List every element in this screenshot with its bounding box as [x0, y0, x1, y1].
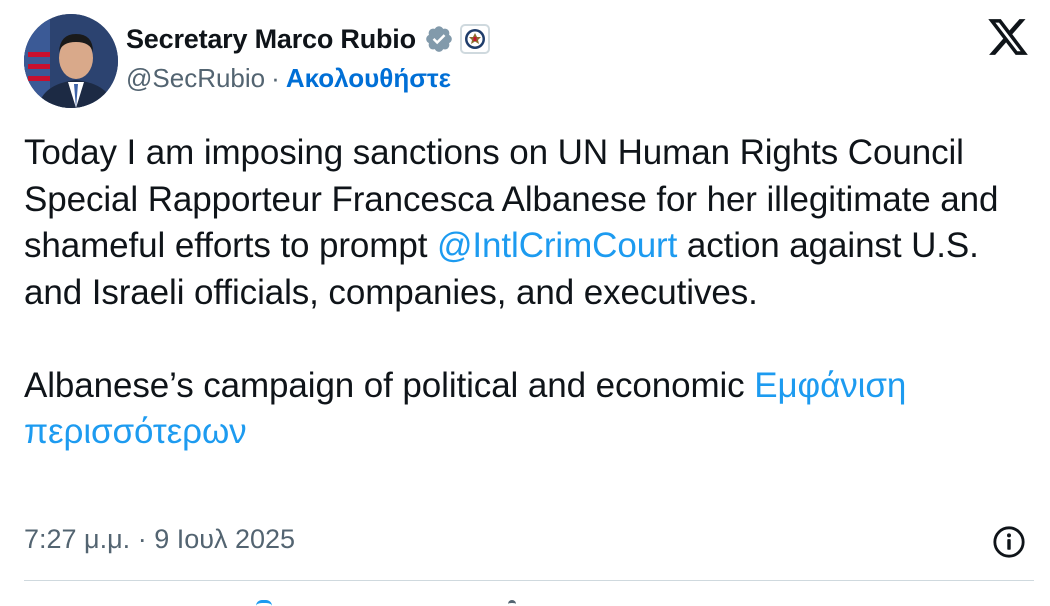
mention-link[interactable]: @IntlCrimCourt: [437, 226, 677, 265]
action-bar: [24, 596, 1034, 606]
tweet-timestamp: 7:27 μ.μ. · 9 Ιουλ 2025: [24, 524, 295, 555]
reply-icon[interactable]: [508, 600, 516, 606]
tweet-card: Secretary Marco Rubio @SecRubio · Ακολου…: [0, 0, 1050, 606]
avatar-image: [24, 14, 118, 108]
handle-separator: ·: [271, 63, 280, 93]
verified-badge-icon[interactable]: [424, 24, 454, 54]
like-icon[interactable]: [256, 600, 272, 606]
timestamp-separator: ·: [137, 524, 147, 554]
timestamp-date[interactable]: 9 Ιουλ 2025: [154, 524, 295, 554]
author-handle[interactable]: @SecRubio: [126, 63, 265, 94]
info-icon[interactable]: [992, 525, 1026, 559]
tweet-paragraph-2: Albanese’s campaign of political and eco…: [24, 363, 1034, 456]
footer-divider: [24, 580, 1034, 581]
follow-button[interactable]: Ακολουθήστε: [286, 63, 451, 94]
state-department-seal-icon[interactable]: [459, 24, 490, 54]
x-logo-icon[interactable]: [986, 15, 1030, 59]
author-display-name[interactable]: Secretary Marco Rubio: [126, 24, 416, 55]
tweet-text-part-3: Albanese’s campaign of political and eco…: [24, 365, 755, 405]
author-name-row: Secretary Marco Rubio: [126, 22, 490, 56]
author-handle-row: @SecRubio · Ακολουθήστε: [126, 63, 451, 94]
tweet-paragraph-1: Today I am imposing sanctions on UN Huma…: [24, 130, 1034, 316]
tweet-text: Today I am imposing sanctions on UN Huma…: [24, 130, 1034, 456]
avatar[interactable]: [24, 14, 118, 108]
timestamp-time[interactable]: 7:27 μ.μ.: [24, 524, 130, 554]
